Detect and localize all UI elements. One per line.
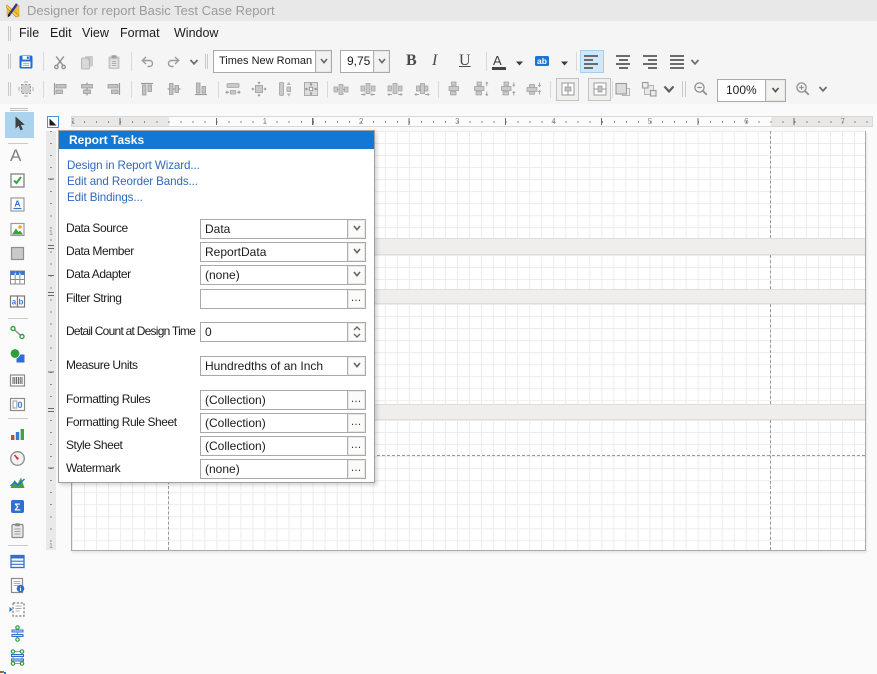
svg-text:0: 0	[17, 400, 22, 410]
svg-text:a: a	[12, 298, 17, 307]
svg-text:A: A	[14, 198, 20, 208]
svg-text:Σ: Σ	[14, 501, 20, 513]
svg-text:b: b	[19, 298, 24, 307]
svg-text:i: i	[20, 586, 22, 593]
